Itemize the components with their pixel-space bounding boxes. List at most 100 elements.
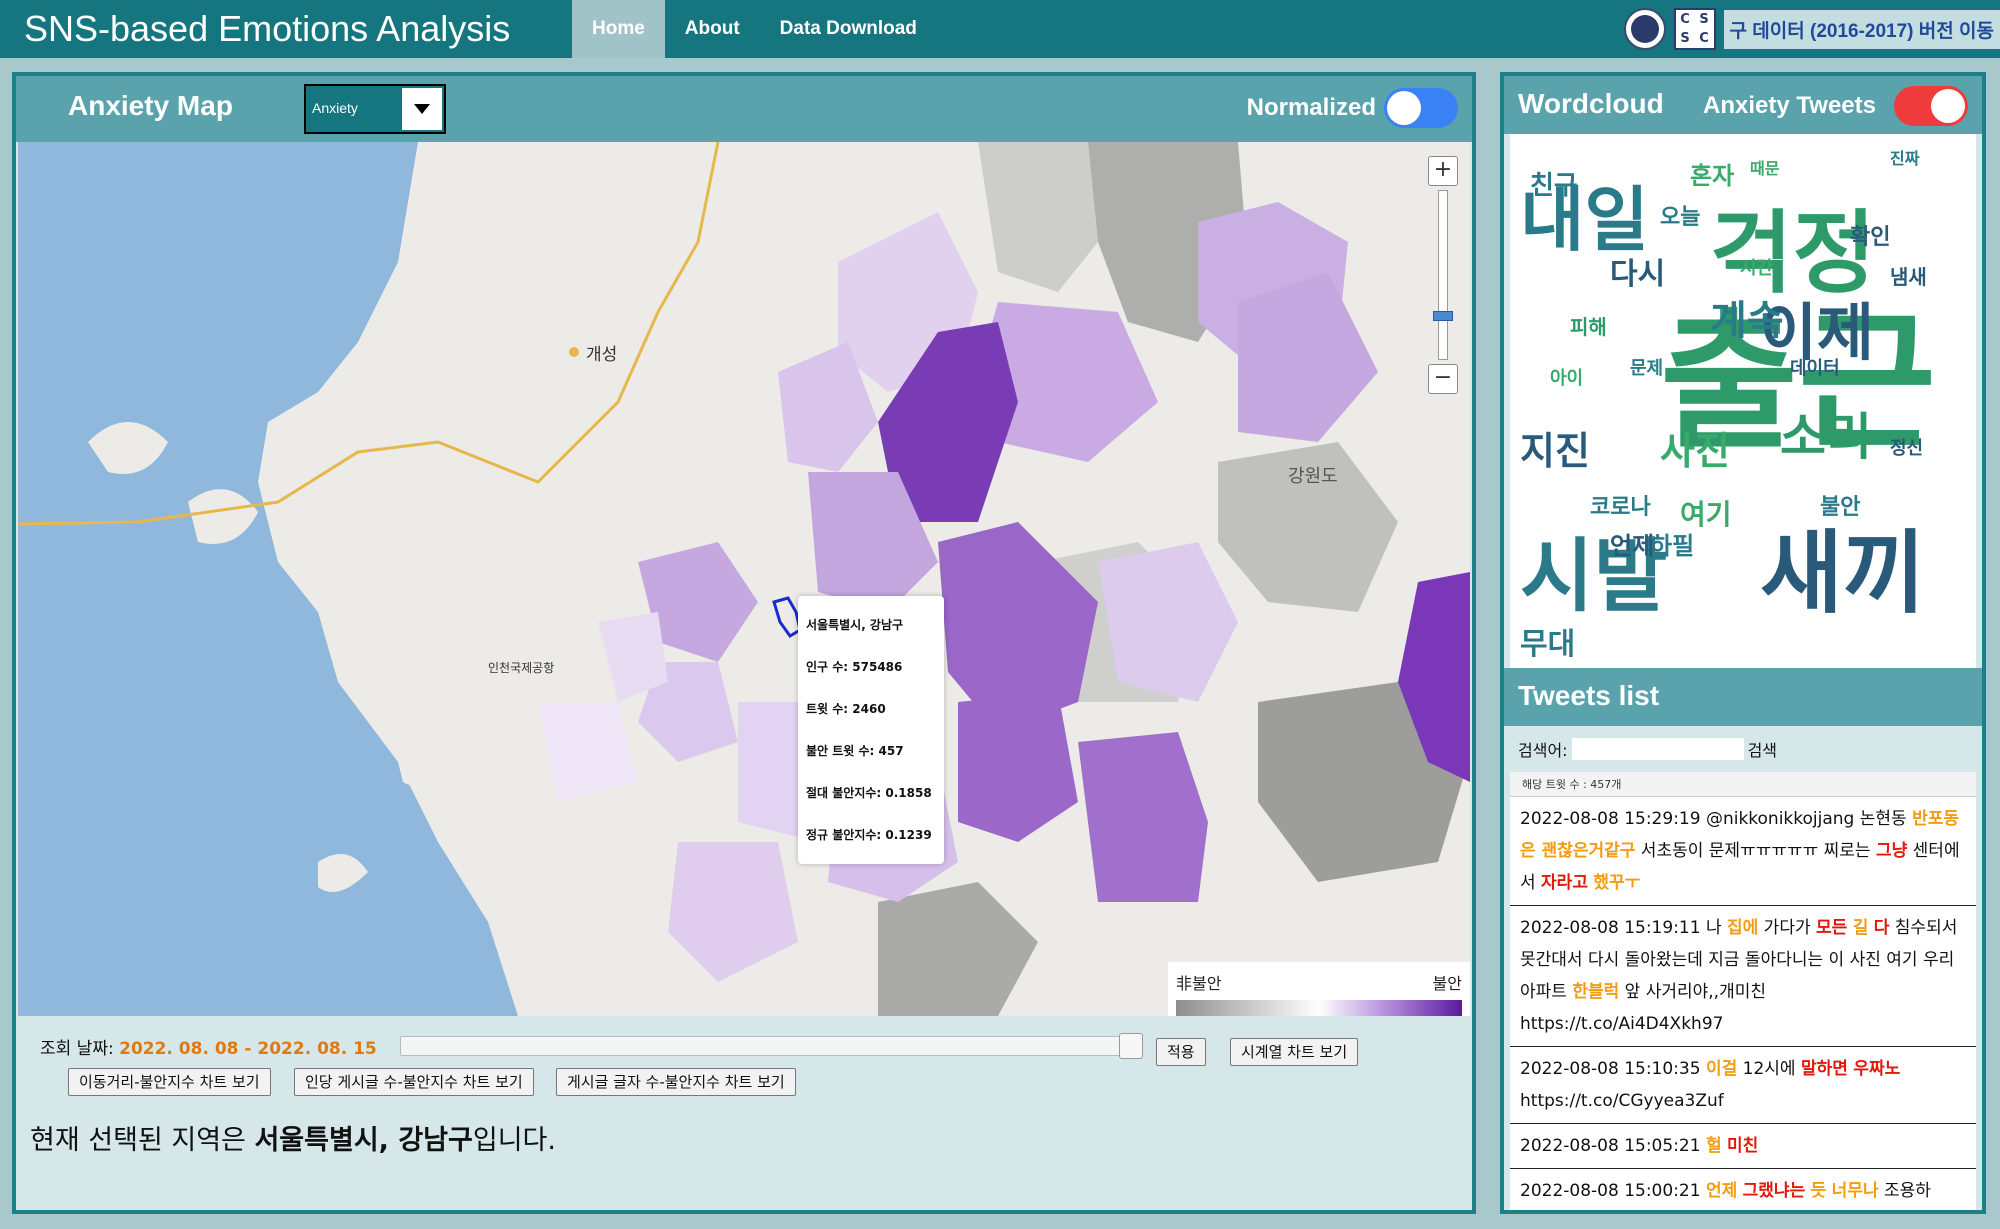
wordcloud-word: 다시 xyxy=(1610,257,1665,292)
map-label-kaesong: 개성 xyxy=(586,345,617,365)
selected-region-outline[interactable] xyxy=(772,596,802,638)
top-navbar: SNS-based Emotions Analysis Home About D… xyxy=(0,0,2000,58)
tweet-item[interactable]: 2022-08-08 15:10:35 이걸 12시에 말하면 우짜노 http… xyxy=(1510,1047,1976,1124)
emotion-select[interactable]: Anxiety xyxy=(304,84,446,134)
region-purple[interactable] xyxy=(538,702,638,802)
wordcloud-word: 냄새 xyxy=(1890,265,1927,289)
timeseries-chart-button[interactable]: 시계열 차트 보기 xyxy=(1230,1038,1359,1066)
tooltip-population: 인구 수: 575486 xyxy=(806,660,903,674)
distance-chart-button[interactable]: 이동거리-불안지수 차트 보기 xyxy=(68,1068,271,1096)
region-purple[interactable] xyxy=(668,842,798,982)
wordcloud-word: 문제 xyxy=(1630,358,1663,379)
chevron-down-icon[interactable] xyxy=(402,88,442,130)
tweet-highlight: 듯 xyxy=(1810,1181,1827,1201)
map-label-gangwon: 강원도 xyxy=(1288,466,1338,487)
tooltip-normalized-index: 정규 불안지수: 0.1239 xyxy=(806,828,932,842)
map-panel-header: Anxiety Map Anxiety Normalized xyxy=(16,76,1472,142)
wordcloud-word: 여기 xyxy=(1680,498,1732,531)
anxiety-tweets-toggle[interactable] xyxy=(1894,86,1968,126)
region-purple-mid[interactable] xyxy=(958,692,1078,842)
app-title[interactable]: SNS-based Emotions Analysis xyxy=(0,8,572,50)
tweets-list[interactable]: 검색어: 검색 해당 트윗 수 : 457개 2022-08-08 15:29:… xyxy=(1510,726,1976,1210)
anxiety-tweets-label: Anxiety Tweets xyxy=(1703,92,1876,119)
island xyxy=(398,754,438,786)
wordcloud-word: 확인 xyxy=(1850,225,1890,250)
wordcloud-canvas: 출근걱정내일새끼시발이제소리계속지진 사진다시친구오늘확인혼자냄새불안여기언제하필… xyxy=(1520,149,1936,662)
tweet-text: 2022-08-08 15:05:21 xyxy=(1520,1136,1706,1156)
region-purple-mid[interactable] xyxy=(1078,732,1208,902)
wordcloud-word: 때문 xyxy=(1750,159,1780,178)
tweet-highlight: 한블럭 xyxy=(1572,982,1620,1002)
tooltip-absolute-index: 절대 불안지수: 0.1858 xyxy=(806,786,932,800)
wordcloud-word: 걱정 xyxy=(1710,201,1876,306)
tweets-list-title: Tweets list xyxy=(1518,680,1660,711)
tab-data-download[interactable]: Data Download xyxy=(760,0,937,58)
wordcloud-word: 지진 xyxy=(1520,429,1590,473)
selected-region-name: 서울특별시, 강남구 xyxy=(254,1125,473,1156)
tweet-text: https://t.co/CGyyea3Zuf xyxy=(1520,1091,1724,1111)
tweet-item[interactable]: 2022-08-08 15:29:19 @nikkonikkojjang 논현동… xyxy=(1510,797,1976,906)
tweet-highlight: 그냥 xyxy=(1875,841,1908,861)
zoom-control: + − xyxy=(1428,156,1458,406)
tweet-highlight: 헐 xyxy=(1705,1136,1722,1156)
tweet-item[interactable]: 2022-08-08 15:19:11 나 집에 가다가 모든 길 다 침수되서… xyxy=(1510,906,1976,1047)
tweet-text: 12시에 xyxy=(1737,1059,1801,1079)
region-tooltip: 서울특별시, 강남구 인구 수: 575486 트윗 수: 2460 불안 트윗… xyxy=(798,596,944,864)
apply-button[interactable]: 적용 xyxy=(1156,1038,1206,1066)
map-canvas[interactable]: 개성 인천국제공항 강원도 xyxy=(18,142,1470,1016)
post-length-chart-button[interactable]: 게시글 글자 수-불안지수 차트 보기 xyxy=(556,1068,796,1096)
tweet-highlight: 너무나 xyxy=(1831,1181,1879,1201)
normalized-toggle[interactable] xyxy=(1384,88,1458,128)
legend-high-label: 불안 xyxy=(1432,974,1462,993)
wordcloud-word: 혼자 xyxy=(1690,162,1734,190)
wordcloud-header: Wordcloud Anxiety Tweets xyxy=(1504,76,1982,134)
tab-home[interactable]: Home xyxy=(572,0,665,58)
tweet-highlight: 집에 xyxy=(1727,918,1759,938)
tweet-highlight: 말하면 xyxy=(1800,1059,1848,1079)
wordcloud-word: 불안 xyxy=(1820,495,1860,520)
map-panel: Anxiety Map Anxiety Normalized 개성 인천국제공항… xyxy=(12,72,1476,1214)
tweet-highlight: 했꾸ㅜ xyxy=(1593,873,1641,893)
tweet-highlight: 미친 xyxy=(1727,1136,1759,1156)
region-grey[interactable] xyxy=(878,882,1038,1016)
tooltip-anxiety-tweets: 불안 트윗 수: 457 xyxy=(806,744,904,758)
tweets-container[interactable]: 2022-08-08 15:29:19 @nikkonikkojjang 논현동… xyxy=(1510,797,1976,1210)
wordcloud-word: 사진 xyxy=(1660,429,1730,473)
tweet-count: 해당 트윗 수 : 457개 xyxy=(1510,772,1976,797)
tweet-item[interactable]: 2022-08-08 15:00:21 언제 그랬냐는 듯 너무나 조용하다..… xyxy=(1510,1169,1976,1210)
zoom-slider[interactable] xyxy=(1433,190,1453,360)
tweet-highlight: 언제 xyxy=(1705,1181,1738,1201)
tweet-highlight: 다 xyxy=(1873,918,1890,938)
search-button[interactable]: 검색 xyxy=(1748,737,1777,761)
search-input[interactable] xyxy=(1571,738,1744,760)
wordcloud-word: 코로나 xyxy=(1590,495,1651,520)
cssc-logo-icon[interactable]: C S S C xyxy=(1673,8,1716,50)
zoom-out-button[interactable]: − xyxy=(1428,364,1458,394)
selected-region-text: 현재 선택된 지역은 서울특별시, 강남구입니다. xyxy=(30,1125,556,1156)
old-version-link[interactable]: 구 데이터 (2016-2017) 버전 이동 xyxy=(1723,9,2000,49)
tab-about[interactable]: About xyxy=(665,0,760,58)
zoom-in-button[interactable]: + xyxy=(1428,156,1458,186)
tweet-highlight: 그랬냐는 xyxy=(1742,1181,1806,1201)
date-slider[interactable] xyxy=(400,1033,1143,1059)
posts-per-capita-chart-button[interactable]: 인당 게시글 수-불안지수 차트 보기 xyxy=(294,1068,534,1096)
date-range: 2022. 08. 08 - 2022. 08. 15 xyxy=(119,1039,377,1059)
tweet-text: 가다가 xyxy=(1758,918,1817,938)
region-purple[interactable] xyxy=(1238,272,1378,442)
date-slider-handle[interactable] xyxy=(1119,1033,1143,1059)
region-grey[interactable] xyxy=(978,142,1098,292)
tweet-highlight: 이걸 xyxy=(1705,1059,1738,1079)
zoom-handle[interactable] xyxy=(1433,311,1453,321)
toggle-knob xyxy=(1931,89,1965,123)
region-purple[interactable] xyxy=(1098,542,1238,702)
wordcloud-word: 새끼 xyxy=(1760,521,1926,626)
legend-low-label: 非불안 xyxy=(1176,974,1222,993)
city-marker-icon xyxy=(569,347,579,357)
tweets-list-header: Tweets list xyxy=(1504,668,1982,726)
choropleth-map[interactable]: 개성 인천국제공항 강원도 + − 서울특별시, 강남구 인구 수: 57548… xyxy=(18,142,1470,1016)
toggle-knob xyxy=(1387,91,1421,125)
tweet-item[interactable]: 2022-08-08 15:05:21 헐 미친 xyxy=(1510,1124,1976,1169)
university-logo-icon[interactable] xyxy=(1623,8,1666,50)
search-label: 검색어: xyxy=(1518,741,1568,760)
wordcloud-word: 언제 xyxy=(1610,532,1654,560)
